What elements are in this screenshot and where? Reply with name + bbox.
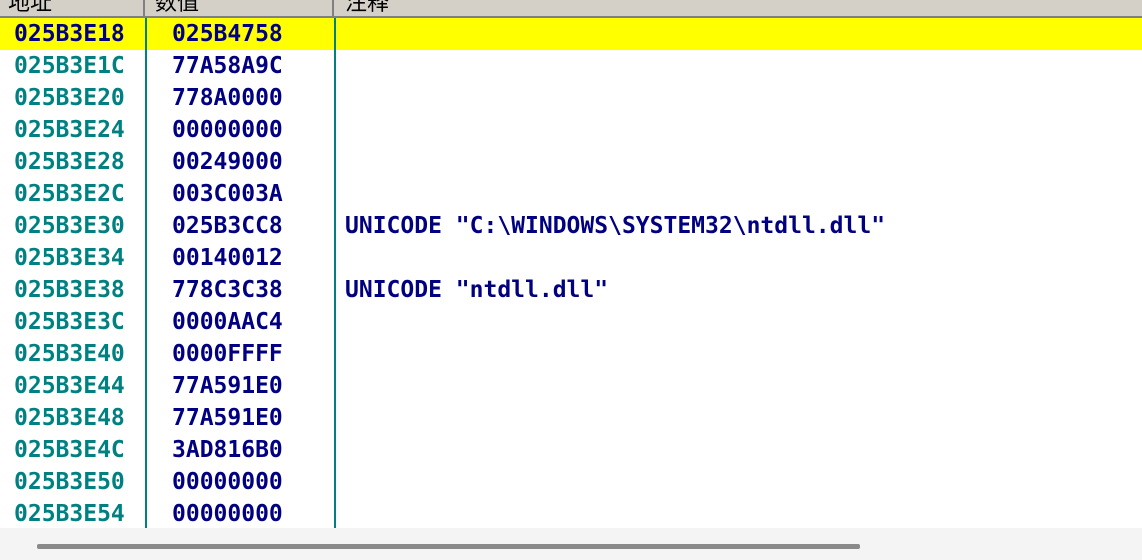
stack-row[interactable]: 025B3E1C 77A58A9C bbox=[0, 50, 1142, 82]
address-cell: 025B3E1C bbox=[14, 53, 125, 79]
comment-cell bbox=[345, 498, 1135, 530]
value-cell: 778A0000 bbox=[172, 85, 283, 111]
stack-row[interactable]: 025B3E44 77A591E0 bbox=[0, 370, 1142, 402]
address-cell: 025B3E40 bbox=[14, 341, 125, 367]
value-cell: 00000000 bbox=[172, 501, 283, 527]
value-cell: 00140012 bbox=[172, 245, 283, 271]
address-cell: 025B3E18 bbox=[14, 21, 125, 47]
comment-column-header[interactable]: 注释 bbox=[337, 0, 1142, 16]
stack-row[interactable]: 025B3E24 00000000 bbox=[0, 114, 1142, 146]
scrollbar-thumb[interactable] bbox=[37, 544, 860, 549]
address-column-divider bbox=[145, 18, 147, 528]
stack-row[interactable]: 025B3E38 778C3C38 UNICODE "ntdll.dll" bbox=[0, 274, 1142, 306]
comment-cell bbox=[345, 402, 1135, 434]
stack-row[interactable]: 025B3E4C 3AD816B0 bbox=[0, 434, 1142, 466]
comment-cell bbox=[345, 370, 1135, 402]
comment-cell bbox=[345, 466, 1135, 498]
stack-row[interactable]: 025B3E3C 0000AAC4 bbox=[0, 306, 1142, 338]
comment-cell bbox=[345, 18, 1135, 50]
comment-cell bbox=[345, 242, 1135, 274]
address-cell: 025B3E24 bbox=[14, 117, 125, 143]
comment-cell bbox=[345, 178, 1135, 210]
address-cell: 025B3E30 bbox=[14, 213, 125, 239]
value-cell: 00000000 bbox=[172, 469, 283, 495]
horizontal-scrollbar[interactable] bbox=[0, 528, 1142, 560]
comment-cell: UNICODE "ntdll.dll" bbox=[345, 277, 609, 303]
address-column-header[interactable]: 地址 bbox=[0, 0, 145, 16]
stack-row[interactable]: 025B3E20 778A0000 bbox=[0, 82, 1142, 114]
address-cell: 025B3E48 bbox=[14, 405, 125, 431]
value-cell: 778C3C38 bbox=[172, 277, 283, 303]
address-cell: 025B3E4C bbox=[14, 437, 125, 463]
value-column-divider bbox=[334, 18, 336, 528]
value-cell: 77A591E0 bbox=[172, 373, 283, 399]
value-cell: 00000000 bbox=[172, 117, 283, 143]
address-cell: 025B3E28 bbox=[14, 149, 125, 175]
stack-pane: 地址 数值 注释 025B3E18 025B4758 025B3E1C 77A58A9… bbox=[0, 0, 1142, 560]
stack-row[interactable]: 025B3E40 0000FFFF bbox=[0, 338, 1142, 370]
stack-row[interactable]: 025B3E30 025B3CC8 UNICODE "C:\WINDOWS\SYST… bbox=[0, 210, 1142, 242]
stack-row[interactable]: 025B3E28 00249000 bbox=[0, 146, 1142, 178]
stack-row[interactable]: 025B3E48 77A591E0 bbox=[0, 402, 1142, 434]
comment-cell bbox=[345, 146, 1135, 178]
address-cell: 025B3E54 bbox=[14, 501, 125, 527]
value-cell: 00249000 bbox=[172, 149, 283, 175]
stack-row-selected[interactable]: 025B3E18 025B4758 bbox=[0, 18, 1142, 50]
comment-cell bbox=[345, 434, 1135, 466]
column-header: 地址 数值 注释 bbox=[0, 0, 1142, 18]
value-cell: 3AD816B0 bbox=[172, 437, 283, 463]
address-cell: 025B3E34 bbox=[14, 245, 125, 271]
comment-cell bbox=[345, 338, 1135, 370]
value-cell: 003C003A bbox=[172, 181, 283, 207]
address-cell: 025B3E20 bbox=[14, 85, 125, 111]
stack-rows: 025B3E18 025B4758 025B3E1C 77A58A9C 025B3E20… bbox=[0, 18, 1142, 530]
address-cell: 025B3E50 bbox=[14, 469, 125, 495]
value-cell: 77A591E0 bbox=[172, 405, 283, 431]
comment-cell bbox=[345, 82, 1135, 114]
value-cell: 025B4758 bbox=[172, 21, 283, 47]
stack-row[interactable]: 025B3E50 00000000 bbox=[0, 466, 1142, 498]
value-cell: 0000AAC4 bbox=[172, 309, 283, 335]
stack-row[interactable]: 025B3E2C 003C003A bbox=[0, 178, 1142, 210]
address-cell: 025B3E44 bbox=[14, 373, 125, 399]
value-column-header[interactable]: 数值 bbox=[147, 0, 334, 16]
comment-cell bbox=[345, 114, 1135, 146]
comment-cell bbox=[345, 306, 1135, 338]
stack-row[interactable]: 025B3E34 00140012 bbox=[0, 242, 1142, 274]
stack-row[interactable]: 025B3E54 00000000 bbox=[0, 498, 1142, 530]
comment-cell: UNICODE "C:\WINDOWS\SYSTEM32\ntdll.dll" bbox=[345, 213, 886, 239]
address-cell: 025B3E3C bbox=[14, 309, 125, 335]
value-cell: 77A58A9C bbox=[172, 53, 283, 79]
value-cell: 025B3CC8 bbox=[172, 213, 283, 239]
address-cell: 025B3E2C bbox=[14, 181, 125, 207]
value-cell: 0000FFFF bbox=[172, 341, 283, 367]
address-cell: 025B3E38 bbox=[14, 277, 125, 303]
comment-cell bbox=[345, 50, 1135, 82]
